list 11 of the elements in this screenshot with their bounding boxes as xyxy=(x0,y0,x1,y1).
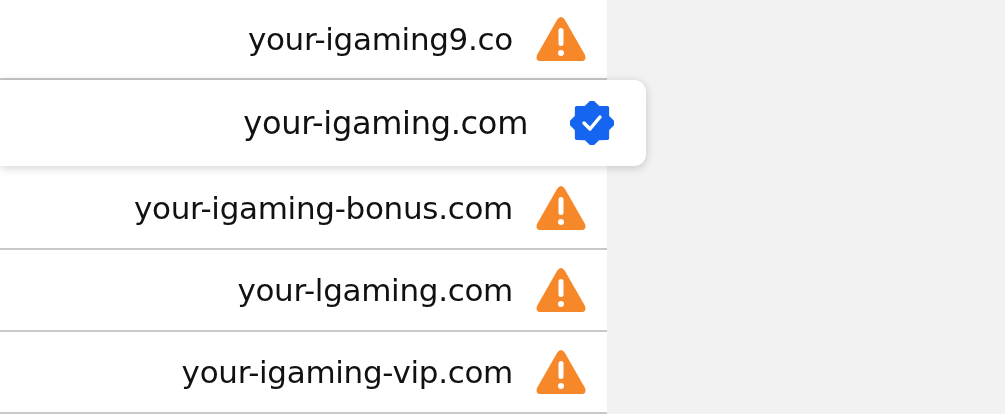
domain-name: your-lgaming.com xyxy=(237,270,513,310)
domain-name: your-igaming9.co xyxy=(247,19,513,59)
warning-icon xyxy=(535,184,587,231)
warning-icon xyxy=(535,348,587,395)
domain-name: your-igaming.com xyxy=(243,103,528,144)
verified-badge-icon xyxy=(570,101,614,145)
domain-row[interactable]: your-igaming.com xyxy=(0,80,646,166)
domain-name: your-igaming-vip.com xyxy=(181,352,513,392)
warning-icon xyxy=(535,16,587,63)
warning-icon xyxy=(535,266,587,313)
domain-name: your-igaming-bonus.com xyxy=(133,188,513,228)
